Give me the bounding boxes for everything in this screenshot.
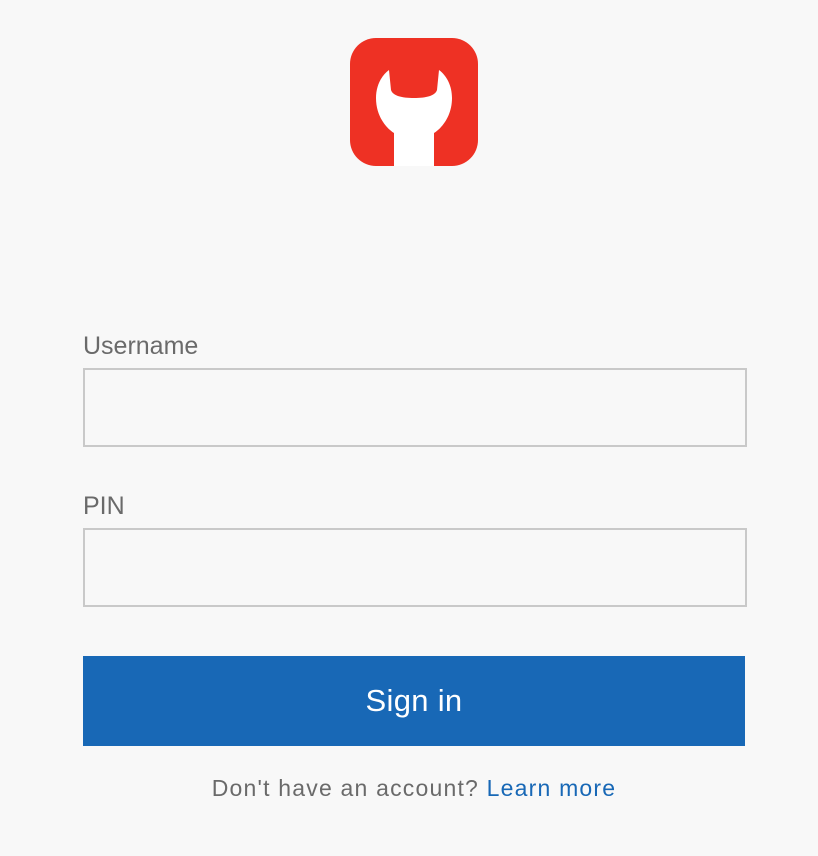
sign-in-button[interactable]: Sign in bbox=[83, 656, 745, 746]
pin-label: PIN bbox=[83, 492, 125, 520]
learn-more-link[interactable]: Learn more bbox=[487, 775, 617, 801]
username-input[interactable] bbox=[83, 368, 747, 447]
username-label: Username bbox=[83, 332, 199, 360]
app-logo bbox=[350, 38, 478, 166]
account-prompt-text: Don't have an account? bbox=[211, 775, 480, 801]
wrench-icon bbox=[350, 38, 478, 166]
pin-input[interactable] bbox=[83, 528, 747, 607]
account-prompt: Don't have an account? Learn more bbox=[0, 775, 818, 802]
